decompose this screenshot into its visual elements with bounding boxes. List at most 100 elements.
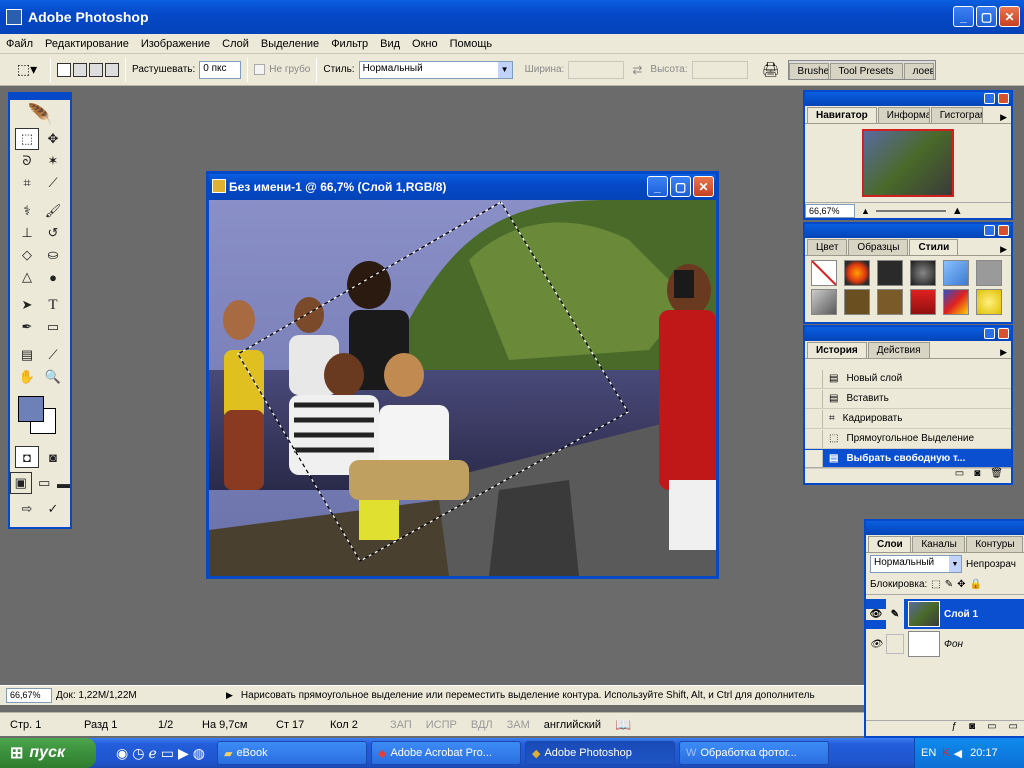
path-selection-tool-icon[interactable]: ➤ bbox=[15, 294, 39, 316]
marquee-tool-preset-icon[interactable]: ⬚▾ bbox=[10, 59, 44, 81]
panel-close-icon[interactable] bbox=[998, 225, 1009, 236]
menu-layer[interactable]: Слой bbox=[216, 38, 255, 50]
style-swatch[interactable] bbox=[943, 289, 969, 315]
palette-well-icon[interactable]: 🖨 bbox=[760, 59, 782, 81]
dodge-tool-icon[interactable]: ● bbox=[41, 266, 65, 288]
panel-minimize-icon[interactable] bbox=[984, 328, 995, 339]
new-layer-icon[interactable]: ▭ bbox=[1009, 721, 1018, 736]
panel-menu-arrow-icon[interactable]: ▶ bbox=[1000, 244, 1007, 255]
style-swatch[interactable] bbox=[877, 289, 903, 315]
new-group-icon[interactable]: ▭ bbox=[987, 721, 996, 736]
screen-mode-full-black-icon[interactable]: ▬ bbox=[57, 472, 70, 494]
panel-close-icon[interactable] bbox=[998, 328, 1009, 339]
style-swatch[interactable] bbox=[811, 289, 837, 315]
screen-mode-standard-icon[interactable]: ▣ bbox=[10, 472, 32, 494]
media-player-icon[interactable]: ▶ bbox=[178, 745, 189, 762]
lock-position-icon[interactable]: ✥ bbox=[957, 579, 965, 590]
panel-menu-arrow-icon[interactable]: ▶ bbox=[1000, 347, 1007, 358]
history-item[interactable]: ⬚ Прямоугольное Выделение bbox=[805, 429, 1011, 449]
layer-style-icon[interactable]: ƒ bbox=[951, 721, 957, 736]
panel-minimize-icon[interactable] bbox=[984, 225, 995, 236]
style-swatch[interactable] bbox=[976, 260, 1002, 286]
panel-minimize-icon[interactable] bbox=[984, 93, 995, 104]
menu-edit[interactable]: Редактирование bbox=[39, 38, 135, 50]
styles-panel-titlebar[interactable] bbox=[805, 224, 1011, 238]
history-panel-titlebar[interactable] bbox=[805, 327, 1011, 341]
brush-link-icon[interactable]: ✎ bbox=[886, 599, 904, 629]
menu-select[interactable]: Выделение bbox=[255, 38, 325, 50]
app-title-bar[interactable]: Adobe Photoshop _ ▢ ✕ bbox=[0, 0, 1024, 34]
selection-mode-new-icon[interactable] bbox=[57, 62, 71, 77]
doc-close-button[interactable]: ✕ bbox=[693, 176, 714, 197]
zoom-slider[interactable] bbox=[875, 209, 946, 212]
check-icon[interactable]: ✓ bbox=[41, 498, 65, 520]
panel-menu-arrow-icon[interactable]: ▶ bbox=[1000, 112, 1007, 123]
desktop-icon[interactable]: ▭ bbox=[161, 745, 174, 762]
doc-maximize-button[interactable]: ▢ bbox=[670, 176, 691, 197]
style-swatch[interactable] bbox=[877, 260, 903, 286]
language-indicator[interactable]: английский bbox=[544, 719, 601, 731]
style-select[interactable]: Нормальный ▼ bbox=[358, 60, 513, 79]
tab-layers[interactable]: Слои bbox=[868, 536, 912, 552]
foreground-color[interactable] bbox=[18, 396, 44, 422]
palette-tab-tool-presets[interactable]: Tool Presets bbox=[829, 62, 903, 79]
lock-all-icon[interactable]: 🔒 bbox=[970, 579, 982, 590]
swap-dimensions-icon[interactable]: ⇄ bbox=[632, 63, 642, 77]
start-button[interactable]: ⊞ пуск bbox=[0, 738, 96, 768]
style-swatch[interactable] bbox=[976, 289, 1002, 315]
jump-to-imageready-icon[interactable]: ⇨ bbox=[15, 498, 39, 520]
tab-color[interactable]: Цвет bbox=[807, 239, 848, 255]
layer-row[interactable]: 👁 ✎ Слой 1 bbox=[866, 599, 1024, 629]
lock-image-icon[interactable]: ✎ bbox=[945, 579, 953, 590]
crop-tool-icon[interactable]: ⌗ bbox=[15, 172, 39, 194]
selection-mode-subtract-icon[interactable] bbox=[89, 62, 103, 77]
close-button[interactable]: ✕ bbox=[999, 6, 1020, 27]
link-slot-icon[interactable] bbox=[886, 634, 904, 654]
selection-mode-add-icon[interactable] bbox=[73, 62, 87, 77]
type-tool-icon[interactable]: T bbox=[41, 294, 65, 316]
style-swatch[interactable] bbox=[844, 260, 870, 286]
width-input[interactable] bbox=[568, 60, 625, 79]
rect-marquee-tool-icon[interactable]: ⬚ bbox=[15, 128, 39, 150]
pen-tool-icon[interactable]: ✒ bbox=[15, 316, 39, 338]
palette-tab-brushes[interactable]: Brushe bbox=[788, 62, 829, 79]
tab-history[interactable]: История bbox=[807, 342, 867, 358]
browser-icon[interactable]: ◉ bbox=[116, 745, 128, 762]
brush-tool-icon[interactable]: 🖌 bbox=[41, 200, 65, 222]
ext-indicator[interactable]: ВДЛ bbox=[471, 719, 493, 731]
layers-panel-titlebar[interactable] bbox=[866, 521, 1024, 535]
layer-mask-icon[interactable]: ◙ bbox=[969, 721, 975, 736]
zoom-tool-icon[interactable]: 🔍 bbox=[41, 366, 65, 388]
trash-icon[interactable]: 🗑 bbox=[990, 468, 1003, 483]
slice-tool-icon[interactable]: ⟋ bbox=[41, 172, 65, 194]
new-document-icon[interactable]: ▭ bbox=[955, 468, 964, 483]
status-arrow-icon[interactable]: ▶ bbox=[226, 690, 233, 701]
blur-tool-icon[interactable]: △ bbox=[15, 266, 39, 288]
eraser-tool-icon[interactable]: ◇ bbox=[15, 244, 39, 266]
menu-view[interactable]: Вид bbox=[374, 38, 406, 50]
standard-mode-icon[interactable]: ◘ bbox=[15, 446, 39, 468]
selection-mode-intersect-icon[interactable] bbox=[105, 62, 119, 77]
panel-close-icon[interactable] bbox=[998, 93, 1009, 104]
zoom-out-icon[interactable]: ▲ bbox=[861, 206, 870, 216]
screen-mode-full-icon[interactable]: ▭ bbox=[34, 472, 55, 494]
ovr-indicator[interactable]: ЗАМ bbox=[507, 719, 530, 731]
move-tool-icon[interactable]: ✥ bbox=[41, 128, 65, 150]
height-input[interactable] bbox=[691, 60, 748, 79]
volume-icon[interactable]: ◀ bbox=[954, 747, 962, 760]
history-item[interactable]: ▤ Новый слой bbox=[805, 369, 1011, 389]
menu-window[interactable]: Окно bbox=[406, 38, 444, 50]
task-ebook[interactable]: ▰ eBook bbox=[216, 741, 367, 765]
outlook-icon[interactable]: ◷ bbox=[132, 745, 144, 762]
task-word[interactable]: W Обработка фотог... bbox=[678, 741, 829, 765]
hand-tool-icon[interactable]: ✋ bbox=[15, 366, 39, 388]
ie-icon[interactable]: ℯ bbox=[148, 745, 156, 762]
tab-channels[interactable]: Каналы bbox=[912, 536, 966, 552]
magic-wand-tool-icon[interactable]: ✶ bbox=[41, 150, 65, 172]
task-acrobat[interactable]: ◆ Adobe Acrobat Pro... bbox=[370, 741, 521, 765]
menu-help[interactable]: Помощь bbox=[444, 38, 499, 50]
lock-transparency-icon[interactable]: ⬚ bbox=[931, 579, 940, 590]
rectangle-shape-tool-icon[interactable]: ▭ bbox=[41, 316, 65, 338]
style-swatch[interactable] bbox=[811, 260, 837, 286]
history-item-selected[interactable]: ▤ Выбрать свободную т... bbox=[805, 449, 1011, 469]
